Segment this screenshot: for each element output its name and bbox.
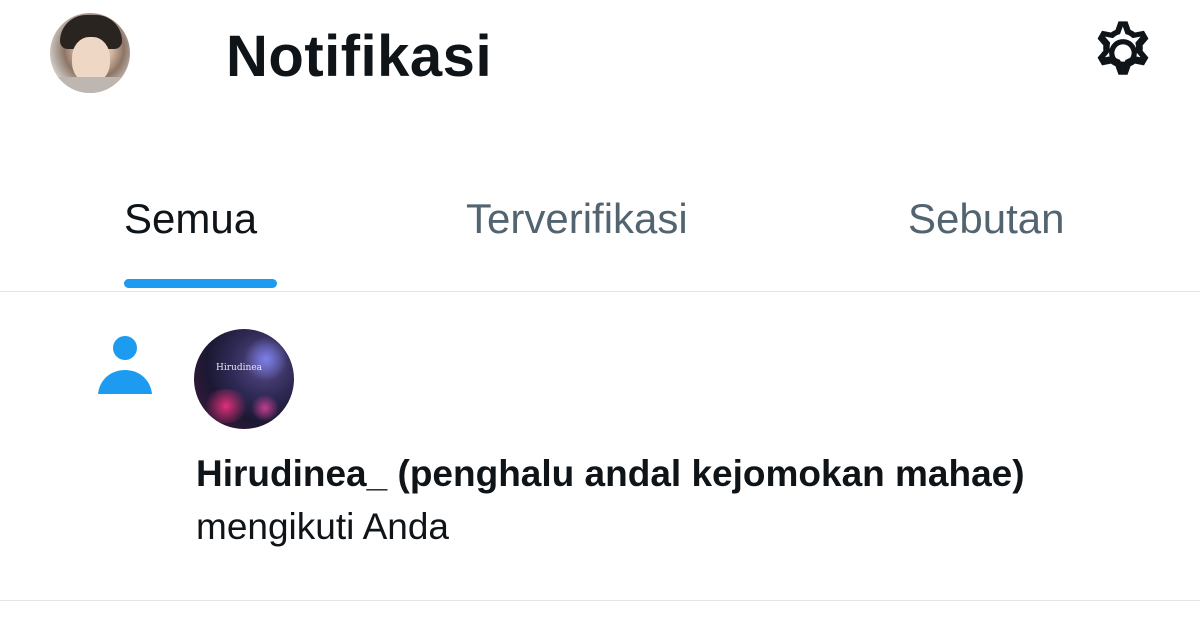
tab-sebutan[interactable]: Sebutan — [908, 193, 1064, 245]
tab-bar: Semua Terverifikasi Sebutan — [0, 175, 1200, 292]
notification-text: Hirudinea_ (penghalu andal kejomokan mah… — [196, 447, 1136, 553]
avatar-shirt — [50, 77, 130, 93]
follower-name[interactable]: Hirudinea_ (penghalu andal kejomokan mah… — [196, 453, 1025, 494]
follower-avatar[interactable]: Hirudinea — [194, 329, 294, 429]
notification-action: mengikuti Anda — [196, 506, 450, 547]
person-icon — [98, 336, 152, 394]
top-bar: Notifikasi — [0, 0, 1200, 120]
tab-terverifikasi[interactable]: Terverifikasi — [466, 193, 688, 245]
active-tab-indicator — [124, 279, 277, 288]
notification-item[interactable]: Hirudinea Hirudinea_ (penghalu andal kej… — [0, 292, 1200, 601]
avatar-glow — [250, 395, 280, 421]
avatar-glow — [202, 389, 250, 423]
gear-icon[interactable] — [1086, 16, 1160, 90]
profile-avatar[interactable] — [50, 13, 130, 93]
page-title: Notifikasi — [226, 24, 493, 89]
avatar-glow — [244, 337, 288, 381]
tab-semua[interactable]: Semua — [124, 193, 257, 245]
avatar-stamp: Hirudinea — [216, 363, 262, 373]
